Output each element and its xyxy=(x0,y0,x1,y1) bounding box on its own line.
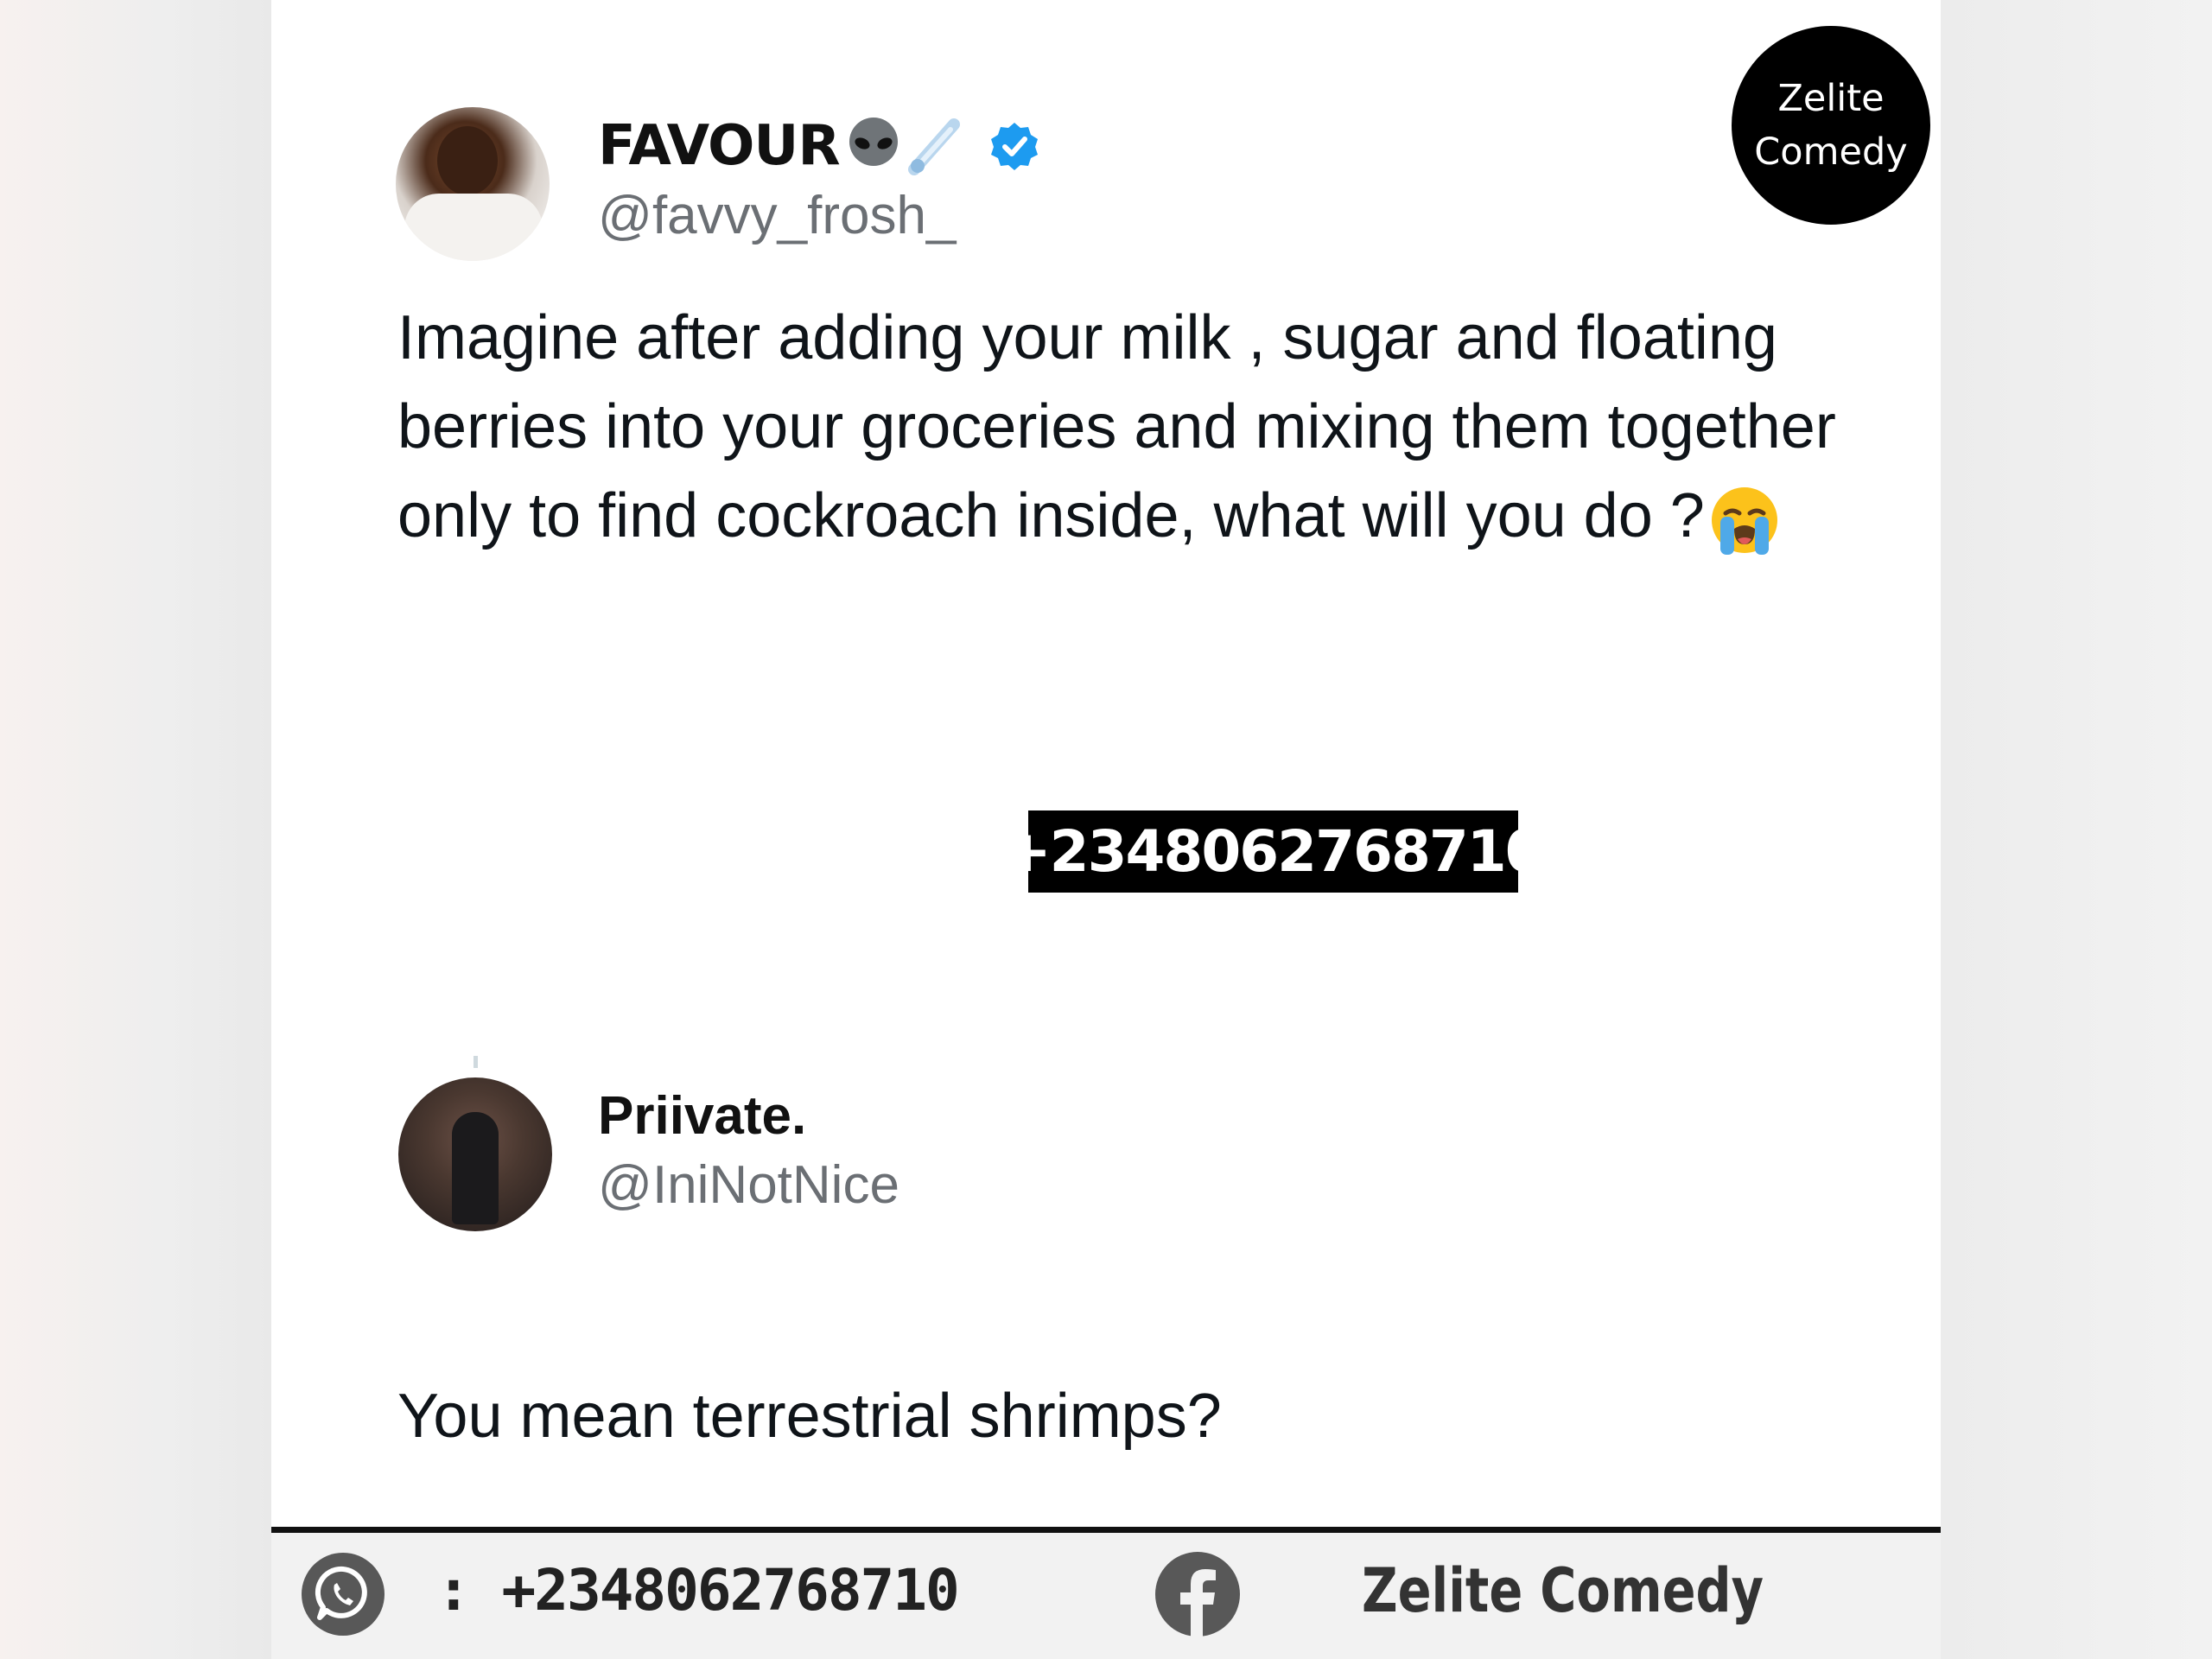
author-handle[interactable]: @favvy_frosh_ xyxy=(598,185,956,246)
reply-author-handle[interactable]: @IniNotNice xyxy=(598,1154,899,1216)
comet-icon xyxy=(907,116,964,176)
background-right xyxy=(1941,0,2212,1659)
footer-divider xyxy=(271,1527,1941,1533)
footer-brand-name: Zelite Comedy xyxy=(1362,1555,1764,1626)
tweet-text: Imagine after adding your milk , sugar a… xyxy=(397,294,1866,561)
footer-phone-number: : +2348062768710 xyxy=(436,1557,960,1624)
tweet-body: Imagine after adding your milk , sugar a… xyxy=(397,303,1836,550)
loudly-crying-face-icon xyxy=(1708,484,1781,556)
reply-author-display-name[interactable]: Priivate. xyxy=(598,1085,806,1147)
thread-connector xyxy=(474,1056,478,1068)
alien-icon xyxy=(845,116,902,176)
reply-author-avatar[interactable] xyxy=(398,1077,552,1231)
background-left xyxy=(0,0,271,1659)
verified-icon xyxy=(988,120,1040,172)
reply-text: You mean terrestrial shrimps? xyxy=(397,1382,1222,1451)
logo-line-1: Zelite xyxy=(1777,77,1885,120)
phone-number-overlay: +2348062768710 xyxy=(1003,810,1545,893)
zelite-comedy-logo: Zelite Comedy xyxy=(1732,26,1930,225)
logo-line-2: Comedy xyxy=(1754,130,1908,174)
whatsapp-icon[interactable] xyxy=(301,1552,385,1637)
author-display-name[interactable]: FAVOUR xyxy=(598,114,841,178)
author-avatar[interactable] xyxy=(396,107,550,261)
facebook-icon[interactable] xyxy=(1154,1551,1241,1637)
author-display-name-row[interactable]: FAVOUR xyxy=(598,114,1040,178)
